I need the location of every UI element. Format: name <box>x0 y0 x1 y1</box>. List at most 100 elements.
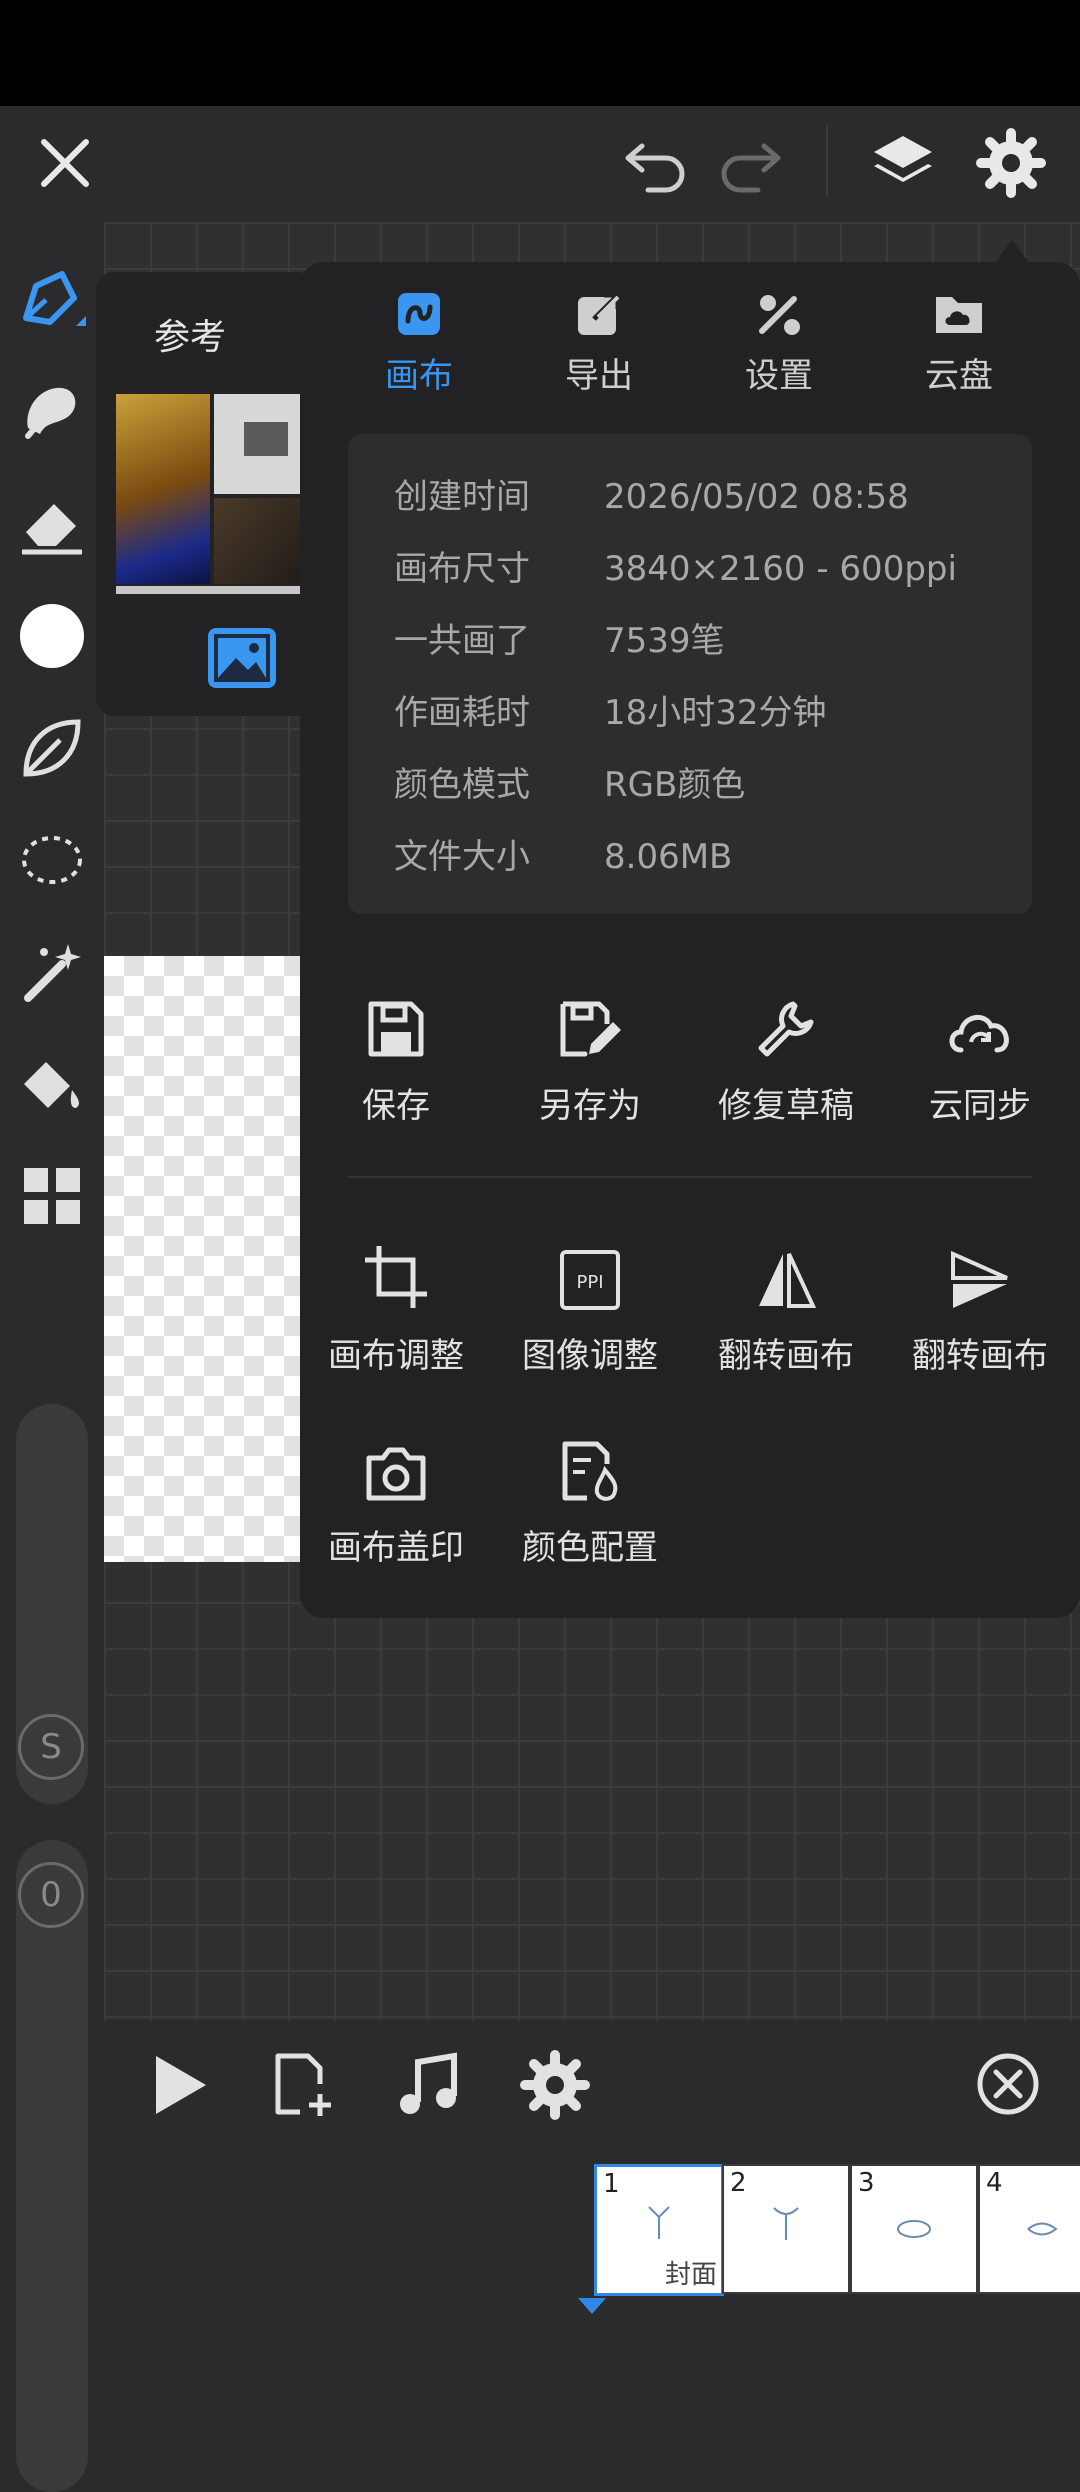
info-value: 8.06MB <box>604 837 733 877</box>
wrench-icon <box>688 972 884 1062</box>
info-value: 18小时32分钟 <box>604 693 827 733</box>
pen-tool-icon[interactable] <box>12 260 92 340</box>
image-adjust-button[interactable]: PPI 图像调整 <box>492 1222 688 1377</box>
cloud-sync-button[interactable]: 云同步 <box>882 972 1078 1127</box>
info-key: 创建时间 <box>394 477 530 517</box>
gear-icon[interactable] <box>974 126 1048 200</box>
frame-thumbnail-1[interactable]: 1 封面 <box>594 2164 724 2296</box>
info-key: 作画耗时 <box>394 693 530 733</box>
canvas-adjust-button[interactable]: 画布调整 <box>298 1222 494 1377</box>
info-value: 2026/05/02 08:58 <box>604 477 909 517</box>
brush-size-badge-text: S <box>40 1727 62 1767</box>
info-row-size: 画布尺寸 3840×2160 - 600ppi <box>394 544 957 594</box>
tab-cloud-label: 云盘 <box>925 356 993 396</box>
frame-cover-label: 封面 <box>664 2260 717 2290</box>
frame-number: 1 <box>603 2169 620 2199</box>
frame-thumbnail-2[interactable]: 2 <box>722 2164 850 2294</box>
smudge-tool-icon[interactable] <box>12 372 92 452</box>
info-key: 一共画了 <box>394 621 530 661</box>
color-config-button[interactable]: 颜色配置 <box>492 1414 688 1569</box>
info-value: 3840×2160 - 600ppi <box>604 549 957 589</box>
info-row-file-size: 文件大小 8.06MB <box>394 832 732 882</box>
flip-horizontal-button[interactable]: 翻转画布 <box>688 1222 884 1377</box>
tools-icon <box>694 286 864 342</box>
flip-vertical-button[interactable]: 翻转画布 <box>882 1222 1078 1377</box>
status-bar <box>0 0 1080 106</box>
flip-horizontal-icon <box>688 1222 884 1312</box>
frame-number: 3 <box>858 2168 875 2198</box>
opacity-badge-text: 0 <box>40 1875 62 1915</box>
cloud-folder-icon <box>874 286 1044 342</box>
cloud-sync-icon <box>882 972 1078 1062</box>
save-as-label: 另存为 <box>539 1086 641 1126</box>
tab-export[interactable]: 导出 <box>514 286 684 397</box>
svg-text:PPI: PPI <box>576 1272 603 1293</box>
reference-image-gold-armor[interactable] <box>116 394 210 584</box>
menu-divider <box>348 1176 1032 1178</box>
eraser-icon[interactable] <box>12 484 92 564</box>
menu-pointer <box>994 240 1030 264</box>
canvas-stamp-button[interactable]: 画布盖印 <box>298 1414 494 1569</box>
opacity-slider[interactable] <box>16 1840 88 2492</box>
repair-draft-button[interactable]: 修复草稿 <box>688 972 884 1127</box>
toolbar-divider <box>826 126 828 196</box>
flip-vertical-icon <box>882 1222 1078 1312</box>
animation-settings-icon[interactable] <box>518 2048 592 2122</box>
magic-wand-icon[interactable] <box>12 932 92 1012</box>
animation-toolbar <box>104 2020 1080 2146</box>
info-row-strokes: 一共画了 7539笔 <box>394 616 725 666</box>
tab-cloud[interactable]: 云盘 <box>874 286 1044 397</box>
frame-thumbnail-3[interactable]: 3 <box>850 2164 978 2294</box>
transparent-canvas[interactable] <box>104 956 304 1562</box>
info-row-created: 创建时间 2026/05/02 08:58 <box>394 472 909 522</box>
flip-vertical-label: 翻转画布 <box>912 1336 1048 1376</box>
info-key: 颜色模式 <box>394 765 530 805</box>
reference-image-strip <box>116 586 316 594</box>
info-value: RGB颜色 <box>604 765 746 805</box>
leaf-brush-icon[interactable] <box>12 708 92 788</box>
camera-icon <box>298 1414 494 1504</box>
close-icon[interactable] <box>30 128 100 198</box>
canvas-adjust-label: 画布调整 <box>328 1336 464 1376</box>
left-toolbar: S 0 <box>0 222 104 2492</box>
lasso-select-icon[interactable] <box>12 820 92 900</box>
info-key: 画布尺寸 <box>394 549 530 589</box>
reference-panel[interactable]: 参考 <box>96 272 316 716</box>
add-frame-icon[interactable] <box>270 2050 340 2120</box>
info-row-time: 作画耗时 18小时32分钟 <box>394 688 827 738</box>
add-image-icon[interactable] <box>208 628 276 688</box>
color-config-icon <box>492 1414 688 1504</box>
repair-draft-label: 修复草稿 <box>718 1086 854 1126</box>
current-frame-indicator <box>578 2298 606 2314</box>
reference-title: 参考 <box>154 317 227 358</box>
save-as-button[interactable]: 另存为 <box>492 972 688 1127</box>
tab-canvas-label: 画布 <box>385 356 453 396</box>
save-as-icon <box>492 972 688 1062</box>
grid-menu-icon[interactable] <box>12 1156 92 1236</box>
tab-export-label: 导出 <box>565 356 633 396</box>
save-label: 保存 <box>362 1086 430 1126</box>
tab-canvas[interactable]: 画布 <box>334 286 504 397</box>
canvas-info-box: 创建时间 2026/05/02 08:58 画布尺寸 3840×2160 - 600… <box>348 434 1032 914</box>
save-icon <box>298 972 494 1062</box>
layers-icon[interactable] <box>868 128 938 198</box>
info-key: 文件大小 <box>394 837 530 877</box>
export-icon <box>514 286 684 342</box>
paint-bucket-icon[interactable] <box>12 1044 92 1124</box>
play-icon[interactable] <box>144 2050 214 2120</box>
undo-icon[interactable] <box>620 132 690 196</box>
canvas-stamp-label: 画布盖印 <box>328 1528 464 1568</box>
cloud-sync-label: 云同步 <box>929 1086 1031 1126</box>
music-icon[interactable] <box>394 2050 464 2120</box>
info-row-color-mode: 颜色模式 RGB颜色 <box>394 760 745 810</box>
frame-number: 4 <box>986 2168 1003 2198</box>
top-bar <box>0 106 1080 222</box>
frame-number: 2 <box>730 2168 747 2198</box>
frame-thumbnail-4[interactable]: 4 <box>978 2164 1080 2294</box>
redo-icon[interactable] <box>716 132 786 196</box>
close-animation-icon[interactable] <box>976 2052 1040 2116</box>
color-swatch[interactable] <box>12 596 92 676</box>
tab-settings[interactable]: 设置 <box>694 286 864 397</box>
brush-size-badge: S <box>18 1714 84 1780</box>
save-button[interactable]: 保存 <box>298 972 494 1127</box>
